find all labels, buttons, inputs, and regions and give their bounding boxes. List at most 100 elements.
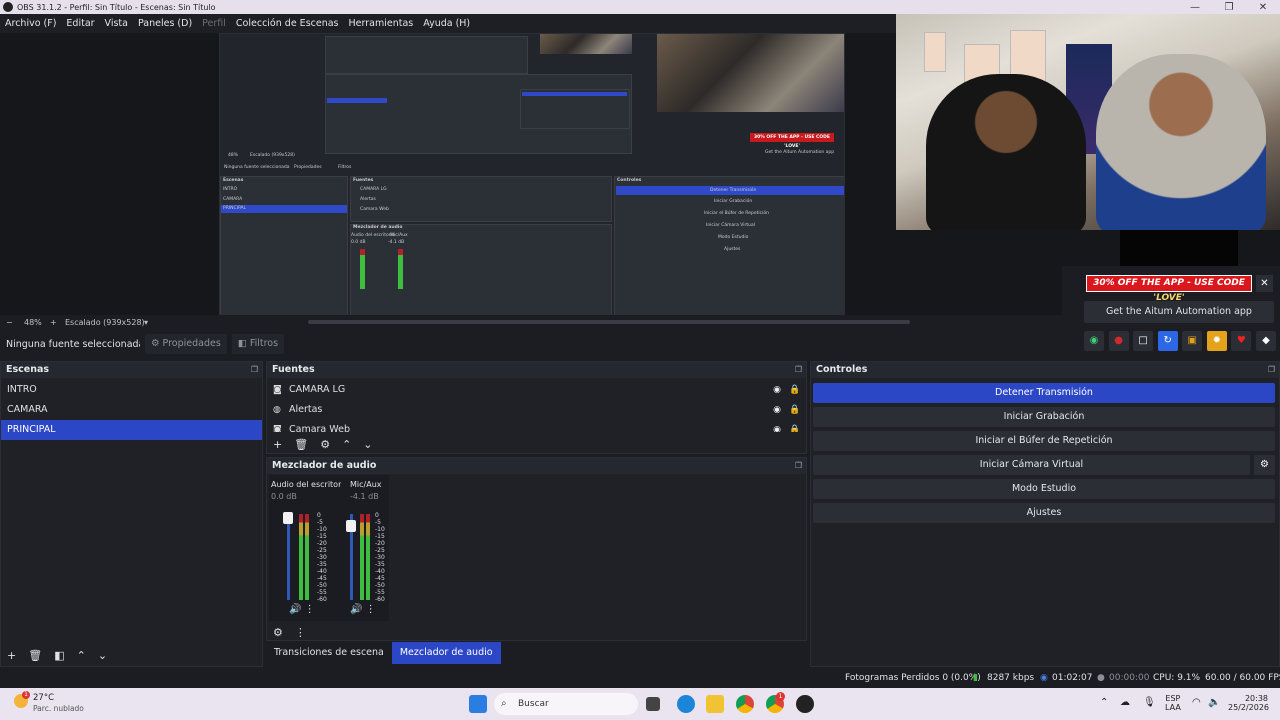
lock-icon[interactable]: 🔒	[788, 380, 802, 400]
settings-icon[interactable]: ✹	[1206, 331, 1227, 351]
obs-icon[interactable]	[796, 695, 814, 713]
file-explorer-icon[interactable]	[706, 695, 724, 713]
trash-icon[interactable]: 🗑	[294, 438, 308, 451]
lock-icon[interactable]: 🔒	[788, 400, 802, 420]
fader-handle[interactable]	[283, 512, 293, 524]
preview-scrollbar[interactable]	[308, 320, 910, 324]
volume-fader[interactable]	[287, 514, 290, 600]
search-placeholder: Buscar	[518, 699, 549, 709]
tab-transiciones[interactable]: Transiciones de escena	[266, 642, 392, 664]
nested-scaled: Escalado (939x528)	[250, 153, 295, 158]
task-view-icon[interactable]	[646, 697, 660, 711]
audio-mixer-panel: Mezclador de audio ❐ Audio del escritorio…	[266, 457, 807, 641]
gear-icon[interactable]: ⚙	[320, 438, 330, 451]
move-down-icon[interactable]: ⌄	[363, 438, 372, 451]
discord-icon[interactable]: ◆	[1255, 331, 1276, 351]
move-down-icon[interactable]: ⌄	[98, 649, 107, 662]
aitum-app-button[interactable]: Get the Aitum Automation app	[1084, 301, 1274, 323]
promo-banner[interactable]: 30% OFF THE APP - USE CODE 'LOVE'	[1086, 275, 1252, 303]
move-up-icon[interactable]: ⌃	[77, 649, 86, 662]
nested-ctrl-4: Iniciar Cámara Virtual	[706, 223, 755, 228]
nested-src-3: Camara Web	[360, 207, 389, 212]
filters-button[interactable]: ◧ Filtros	[231, 334, 285, 354]
person-right	[1096, 54, 1266, 230]
scale-dropdown-icon[interactable]: ▾	[144, 318, 148, 327]
eye-icon[interactable]: ◉	[770, 380, 784, 400]
replay-buffer-button[interactable]: Iniciar el Búfer de Repetición	[813, 431, 1275, 451]
more-icon[interactable]: ⋮	[366, 604, 376, 615]
scene-item-intro[interactable]: INTRO	[1, 380, 262, 400]
folder-icon[interactable]: ▣	[1182, 331, 1203, 351]
weather-widget[interactable]: 27°C Parc. nublado	[14, 693, 84, 713]
advanced-audio-icon[interactable]: ⚙	[273, 626, 283, 639]
menu-vista[interactable]: Vista	[105, 18, 128, 29]
source-item[interactable]: ◙ CAMARA LG ◉ 🔒	[267, 380, 806, 400]
maximize-button[interactable]: ❐	[1212, 2, 1246, 13]
promo-close-button[interactable]: ✕	[1256, 275, 1273, 292]
clock-time: 20:38	[1244, 694, 1268, 703]
studio-mode-button[interactable]: Modo Estudio	[813, 479, 1275, 499]
settings-button[interactable]: Ajustes	[813, 503, 1275, 523]
undock-icon[interactable]: ❐	[795, 362, 802, 378]
fader-handle[interactable]	[346, 520, 356, 532]
start-recording-button[interactable]: Iniciar Grabación	[813, 407, 1275, 427]
zoom-in-button[interactable]: +	[50, 318, 57, 327]
lock-icon[interactable]: 🔒	[788, 420, 802, 432]
speaker-icon[interactable]: 🔊	[289, 604, 301, 615]
close-button[interactable]: ✕	[1246, 2, 1280, 13]
menu-coleccion-escenas[interactable]: Colección de Escenas	[236, 18, 339, 29]
chevron-up-icon[interactable]: ⌃	[1100, 697, 1108, 708]
more-icon[interactable]: ⋮	[305, 604, 315, 615]
volume-icon[interactable]: 🔈	[1208, 697, 1220, 708]
stream-time: 01:02:07	[1052, 673, 1093, 683]
undock-icon[interactable]: ❐	[1268, 362, 1275, 378]
source-item[interactable]: ◙ Camara Web ◉ 🔒	[267, 420, 806, 432]
more-icon[interactable]: ⋮	[295, 626, 306, 639]
cloud-icon[interactable]: ☁	[1120, 697, 1130, 708]
menu-paneles[interactable]: Paneles (D)	[138, 18, 192, 29]
taskbar-search[interactable]: ⌕ Buscar	[494, 693, 638, 715]
window-title: OBS 31.1.2 - Perfil: Sin Título - Escena…	[17, 2, 216, 12]
undock-icon[interactable]: ❐	[251, 362, 258, 378]
minimize-button[interactable]: —	[1178, 2, 1212, 13]
clock[interactable]: 20:38 25/2/2026	[1228, 694, 1269, 712]
gear-icon[interactable]: ⚙	[1254, 455, 1275, 475]
mic-icon[interactable]: 🎙	[1143, 697, 1156, 708]
chrome-icon[interactable]	[736, 695, 754, 713]
edge-icon[interactable]	[677, 695, 695, 713]
menu-editar[interactable]: Editar	[66, 18, 94, 29]
move-up-icon[interactable]: ⌃	[342, 438, 351, 451]
properties-button[interactable]: ⚙ Propiedades	[145, 334, 227, 354]
menu-ayuda[interactable]: Ayuda (H)	[423, 18, 470, 29]
add-source-icon[interactable]: +	[273, 438, 282, 451]
add-scene-icon[interactable]: +	[7, 649, 16, 662]
source-item[interactable]: ◍ Alertas ◉ 🔒	[267, 400, 806, 420]
undock-icon[interactable]: ❐	[795, 458, 802, 474]
speaker-icon[interactable]: 🔊	[350, 604, 362, 615]
square-icon[interactable]: □	[1133, 331, 1154, 351]
heart-icon[interactable]: ♥	[1231, 331, 1252, 351]
wifi-icon[interactable]: ◠	[1192, 697, 1201, 708]
windows-start-icon[interactable]	[469, 695, 487, 713]
record-icon[interactable]: ●	[1108, 331, 1129, 351]
language-indicator[interactable]: ESP LAA	[1165, 694, 1181, 712]
virtual-camera-button[interactable]: Iniciar Cámara Virtual	[813, 455, 1250, 475]
gear-icon: ⚙	[151, 338, 163, 349]
no-source-label: Ninguna fuente seleccionada	[6, 338, 140, 350]
eye-icon[interactable]: ◉	[770, 420, 784, 432]
zoom-level: 48%	[24, 317, 42, 327]
refresh-icon[interactable]: ↻	[1157, 331, 1178, 351]
menu-herramientas[interactable]: Herramientas	[349, 18, 414, 29]
tab-mezclador[interactable]: Mezclador de audio	[391, 642, 501, 664]
menu-archivo[interactable]: Archivo (F)	[5, 18, 56, 29]
link-icon[interactable]: ◉	[1084, 331, 1104, 351]
trash-icon[interactable]: 🗑	[28, 649, 42, 662]
scene-item-principal[interactable]: PRINCIPAL	[1, 420, 262, 440]
filter-icon[interactable]: ◧	[54, 649, 64, 662]
scene-item-camara[interactable]: CAMARA	[1, 400, 262, 420]
zoom-out-button[interactable]: −	[6, 318, 13, 327]
eye-icon[interactable]: ◉	[770, 400, 784, 420]
cpu-usage: CPU: 9.1%	[1153, 673, 1201, 683]
nested-mid-blue	[522, 92, 627, 96]
stop-stream-button[interactable]: Detener Transmisión	[813, 383, 1275, 403]
